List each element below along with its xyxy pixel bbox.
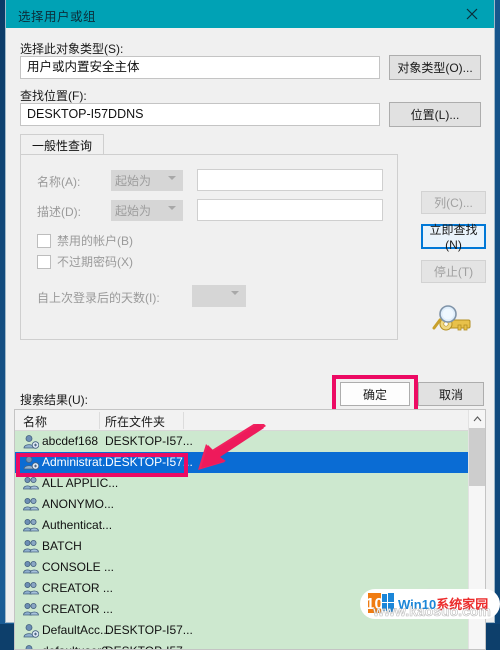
- table-row[interactable]: CONSOLE ...: [15, 557, 470, 578]
- selected-row-highlight-annotation: [16, 453, 188, 477]
- scroll-up-icon[interactable]: [469, 410, 485, 427]
- row-folder: DESKTOP-I57...: [105, 434, 193, 448]
- row-name: CREATOR ...: [42, 602, 113, 616]
- column-divider[interactable]: [183, 412, 184, 429]
- table-row[interactable]: Authenticat...: [15, 515, 470, 536]
- column-header-folder[interactable]: 所在文件夹: [105, 413, 165, 430]
- tab-common-queries[interactable]: 一般性查询: [20, 134, 104, 156]
- row-folder: DESKTOP-I57...: [105, 644, 193, 650]
- group-icon: [23, 560, 39, 575]
- search-results-label: 搜索结果(U):: [20, 391, 88, 408]
- magnifier-key-icon: [426, 300, 482, 338]
- locations-button[interactable]: 位置(L)...: [389, 102, 481, 127]
- disabled-accounts-label: 禁用的帐户(B): [57, 232, 133, 249]
- stop-button[interactable]: 停止(T): [421, 260, 486, 283]
- group-icon: [23, 602, 39, 617]
- cancel-button[interactable]: 取消: [418, 382, 484, 406]
- row-name: CREATOR ...: [42, 581, 113, 595]
- row-name: BATCH: [42, 539, 82, 553]
- name-label: 名称(A):: [37, 173, 80, 190]
- days-since-logon-select[interactable]: [192, 285, 246, 307]
- select-users-or-groups-dialog: 选择用户或组 选择此对象类型(S): 用户或内置安全主体 对象类型(O)... …: [6, 0, 494, 622]
- screenshot-root: 选择用户或组 选择此对象类型(S): 用户或内置安全主体 对象类型(O)... …: [0, 0, 500, 624]
- location-label: 查找位置(F):: [20, 87, 87, 104]
- chevron-down-icon: [168, 206, 176, 210]
- checkbox-icon: [37, 234, 51, 248]
- object-type-label: 选择此对象类型(S):: [20, 40, 123, 57]
- watermark-url: www.kaosuo.com: [362, 603, 500, 619]
- find-now-button[interactable]: 立即查找(N): [421, 224, 486, 249]
- checkbox-icon: [37, 255, 51, 269]
- scrollbar-thumb[interactable]: [469, 428, 485, 486]
- row-name: DefaultAcc...: [42, 623, 110, 637]
- common-queries-panel: 名称(A): 起始为 描述(D): 起始为 禁用的帐户(B): [20, 154, 398, 340]
- dialog-client-area: 选择此对象类型(S): 用户或内置安全主体 对象类型(O)... 查找位置(F)…: [6, 28, 494, 622]
- name-condition-value: 起始为: [115, 174, 151, 188]
- group-icon: [23, 539, 39, 554]
- group-icon: [23, 581, 39, 596]
- object-types-button[interactable]: 对象类型(O)...: [389, 55, 481, 80]
- row-name: ANONYMO...: [42, 497, 114, 511]
- table-row[interactable]: ANONYMO...: [15, 494, 470, 515]
- row-name: defaultuser0: [42, 644, 108, 650]
- non-expiring-password-label: 不过期密码(X): [57, 253, 133, 270]
- user-icon: [23, 434, 39, 449]
- object-type-field[interactable]: 用户或内置安全主体: [20, 56, 380, 79]
- description-condition-value: 起始为: [115, 204, 151, 218]
- name-condition-select[interactable]: 起始为: [111, 170, 183, 191]
- ok-button-highlight-annotation: [332, 375, 418, 413]
- group-icon: [23, 497, 39, 512]
- row-name: abcdef168: [42, 434, 98, 448]
- columns-button[interactable]: 列(C)...: [421, 191, 486, 214]
- column-divider[interactable]: [99, 412, 100, 429]
- table-row[interactable]: defaultuser0DESKTOP-I57...: [15, 641, 470, 650]
- watermark: 10 Win10系统家园 www.kaosuo.com: [360, 585, 500, 624]
- arrow-pointing-left-down-annotation: [192, 424, 267, 472]
- dialog-title: 选择用户或组: [18, 6, 96, 25]
- description-input[interactable]: [197, 199, 383, 221]
- description-condition-select[interactable]: 起始为: [111, 200, 183, 221]
- row-folder: DESKTOP-I57...: [105, 623, 193, 637]
- disabled-accounts-checkbox[interactable]: 禁用的帐户(B): [37, 232, 133, 249]
- name-input[interactable]: [197, 169, 383, 191]
- non-expiring-password-checkbox[interactable]: 不过期密码(X): [37, 253, 133, 270]
- description-label: 描述(D):: [37, 203, 81, 220]
- row-name: Authenticat...: [42, 518, 112, 532]
- chevron-down-icon: [168, 176, 176, 180]
- row-name: ALL APPLIC...: [42, 476, 118, 490]
- user-icon: [23, 644, 39, 650]
- group-icon: [23, 476, 39, 491]
- days-since-logon-label: 自上次登录后的天数(I):: [37, 289, 160, 306]
- dialog-titlebar: 选择用户或组: [6, 0, 494, 28]
- row-name: CONSOLE ...: [42, 560, 114, 574]
- group-icon: [23, 518, 39, 533]
- close-icon[interactable]: [450, 0, 494, 28]
- location-field[interactable]: DESKTOP-I57DDNS: [20, 103, 380, 126]
- chevron-down-icon: [231, 291, 239, 295]
- tab-strip: 一般性查询: [20, 134, 396, 155]
- user-icon: [23, 623, 39, 638]
- column-header-name[interactable]: 名称: [23, 413, 47, 430]
- table-row[interactable]: BATCH: [15, 536, 470, 557]
